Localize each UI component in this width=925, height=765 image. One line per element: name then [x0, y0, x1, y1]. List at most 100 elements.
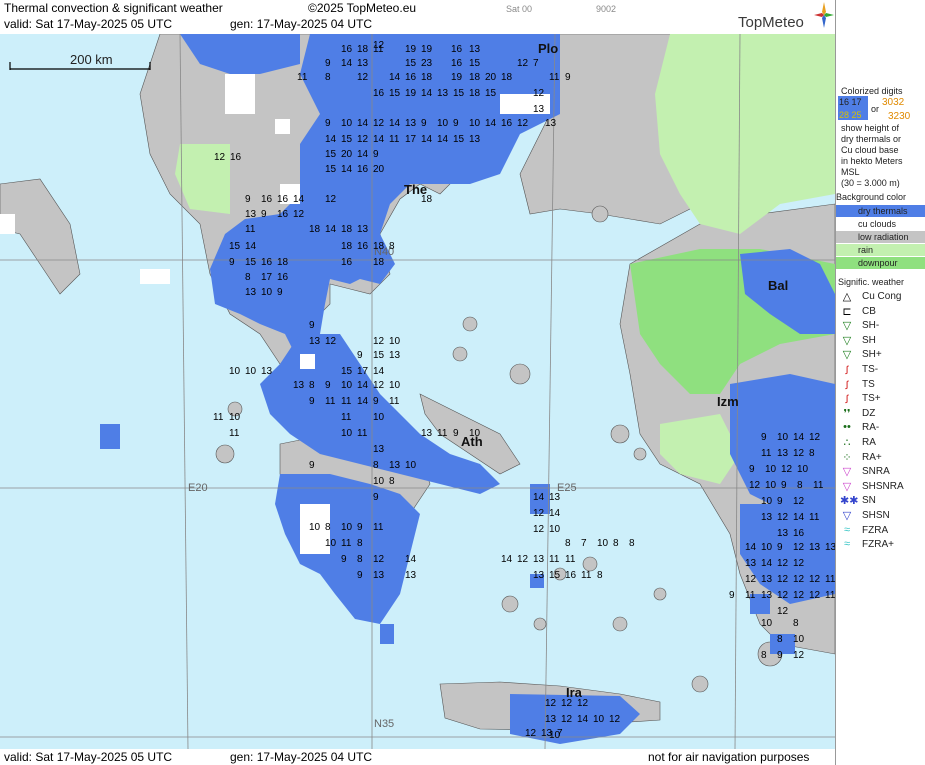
- legend-weather-title: Signific. weather: [838, 277, 905, 287]
- cloud-base-number: 15: [453, 134, 465, 145]
- cloud-base-number: 18: [277, 257, 289, 268]
- legend-desc-5: MSL: [841, 167, 860, 177]
- cloud-base-number: 11: [549, 554, 560, 565]
- cloud-base-number: 12: [793, 542, 805, 553]
- cloud-base-number: 14: [373, 366, 385, 377]
- topmeteo-logo[interactable]: TopMeteo: [738, 2, 834, 32]
- gen-time: gen: 17-May-2025 04 UTC: [230, 17, 373, 31]
- cloud-base-number: 14: [793, 512, 805, 523]
- cloud-base-number: 12: [749, 480, 761, 491]
- legend-desc-6: (30 = 3.000 m): [841, 178, 900, 188]
- cloud-base-number: 11: [341, 412, 352, 423]
- cloud-base-number: 16: [451, 44, 463, 55]
- legend-weather-symbol-icon-9: ••: [843, 421, 851, 434]
- cloud-base-number: 13: [389, 460, 401, 471]
- cloud-base-number: 14: [437, 134, 449, 145]
- legend-weather-label-8: DZ: [862, 407, 876, 419]
- cloud-base-number: 13: [245, 287, 257, 298]
- cloud-base-number: 14: [293, 194, 305, 205]
- cloud-base-number: 18: [501, 72, 513, 83]
- legend-weather-symbol-icon-6: ꭍ: [845, 379, 849, 392]
- cloud-base-number: 13: [469, 44, 481, 55]
- cloud-base-number: 14: [549, 508, 561, 519]
- cloud-base-number: 10: [761, 618, 773, 629]
- cloud-base-number: 12: [745, 574, 757, 585]
- cloud-base-number: 13: [421, 428, 433, 439]
- city-bal[interactable]: Bal: [768, 278, 788, 293]
- cloud-base-number: 13: [245, 209, 257, 220]
- cloud-base-number: 9: [777, 650, 783, 661]
- cloud-base-number: 11: [213, 412, 224, 423]
- cloud-base-number: 12: [793, 448, 805, 459]
- city-plo[interactable]: Plo: [538, 41, 558, 56]
- cloud-base-number: 11: [341, 396, 352, 407]
- legend-weather-label-11: RA+: [862, 451, 882, 463]
- cloud-base-number: 16: [451, 58, 463, 69]
- legend-weather-label-10: RA: [862, 437, 876, 448]
- cloud-base-number: 12: [809, 590, 821, 601]
- legend-weather-label-7: TS+: [862, 393, 881, 405]
- grid-label-e20: E20: [188, 482, 208, 494]
- weather-map[interactable]: 200 km N40 E20 E25 N35 Plo The Bal Izm A…: [0, 34, 835, 749]
- cloud-base-number: 8: [325, 522, 331, 533]
- legend-colorized-title: Colorized digits: [841, 86, 903, 96]
- cloud-base-number: 18: [469, 72, 481, 83]
- cloud-base-number: 10: [341, 428, 353, 439]
- legend-weather-symbol-icon-4: ▽: [842, 349, 852, 362]
- cloud-base-number: 18: [421, 194, 433, 205]
- legend-sample-b1: 3032: [882, 97, 905, 108]
- legend-desc-4: in hekto Meters: [841, 156, 903, 166]
- cloud-base-number: 11: [437, 428, 448, 439]
- cloud-base-number: 14: [389, 118, 401, 129]
- cloud-base-number: 12: [561, 698, 573, 709]
- cloud-base-number: 10: [765, 464, 777, 475]
- cloud-base-number: 14: [405, 554, 417, 565]
- legend-weather-symbol-icon-12: ▽: [842, 466, 852, 479]
- cloud-base-number: 16: [261, 194, 273, 205]
- cloud-base-number: 14: [357, 118, 369, 129]
- cloud-base-number: 12: [517, 118, 529, 129]
- cloud-base-number: 16: [793, 528, 805, 539]
- legend-sample-a2: 28 25: [839, 110, 862, 120]
- aux-label-1: Sat 00: [506, 4, 533, 14]
- cloud-base-number: 9: [761, 432, 767, 443]
- legend-weather-label-3: SH: [862, 334, 876, 346]
- legend-weather-label-5: TS-: [862, 364, 879, 375]
- cloud-base-number: 16: [230, 152, 242, 163]
- cloud-base-number: 9: [373, 492, 379, 503]
- cloud-base-number: 14: [357, 380, 369, 391]
- cloud-base-number: 12: [533, 508, 545, 519]
- cloud-base-number: 12: [373, 554, 385, 565]
- cloud-base-number: 14: [325, 134, 337, 145]
- cloud-base-number: 13: [373, 444, 385, 455]
- cloud-base-number: 9: [453, 428, 459, 439]
- cloud-base-number: 9: [325, 58, 331, 69]
- cloud-base-number: 12: [793, 558, 805, 569]
- cloud-base-number: 16: [277, 272, 289, 283]
- cloud-base-number: 16: [341, 44, 353, 55]
- cloud-base-number: 13: [309, 336, 321, 347]
- cloud-base-number: 10: [765, 480, 777, 491]
- cloud-base-number: 10: [261, 287, 273, 298]
- cloud-base-number: 8: [309, 380, 315, 391]
- legend-weather-label-17: FZRA+: [862, 539, 894, 551]
- cloud-base-number: 16: [501, 118, 513, 129]
- cloud-base-number: 12: [793, 574, 805, 585]
- cloud-base-number: 8: [809, 448, 815, 459]
- cloud-base-number: 14: [389, 72, 401, 83]
- cloud-base-number: 10: [797, 464, 809, 475]
- cloud-base-number: 9: [341, 554, 347, 565]
- cloud-base-number: 13: [545, 118, 557, 129]
- cloud-base-number: 13: [809, 542, 821, 553]
- legend-weather-symbol-icon-11: ⁘: [842, 451, 852, 464]
- legend-bg-label-3: rain: [858, 245, 874, 255]
- cloud-base-number: 9: [325, 118, 331, 129]
- legend-bg-swatch-3: [836, 244, 925, 256]
- city-izm[interactable]: Izm: [717, 394, 739, 409]
- legend-desc-1: show height of: [841, 123, 900, 133]
- cloud-base-number: 11: [809, 512, 820, 523]
- cloud-base-number: 8: [761, 650, 767, 661]
- cloud-base-number: 14: [341, 164, 353, 175]
- scale-bar-label: 200 km: [70, 52, 113, 67]
- cloud-base-number: 18: [309, 224, 321, 235]
